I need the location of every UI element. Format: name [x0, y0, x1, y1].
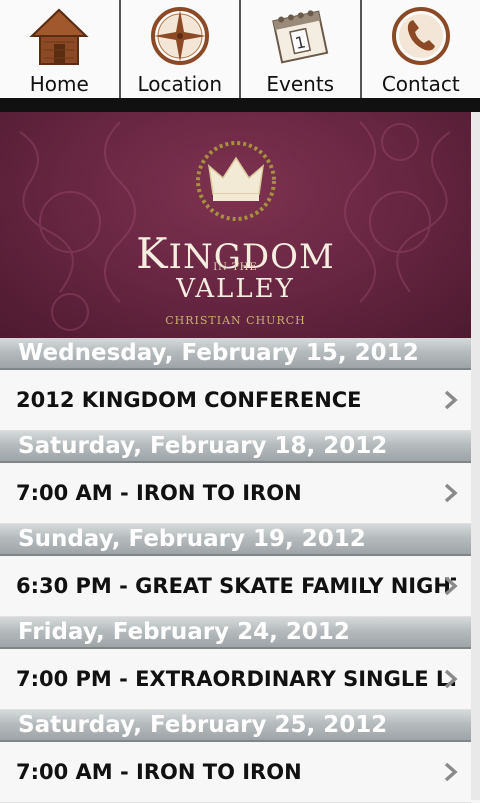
event-row[interactable]: 7:00 PM - EXTRAORDINARY SINGLE L..	[0, 649, 471, 710]
nav-events[interactable]: 1 Events	[241, 0, 362, 98]
chevron-right-icon	[443, 575, 459, 597]
events-list: Wednesday, February 15, 2012 2012 KINGDO…	[0, 338, 471, 803]
logo-subtitle-text: CHRISTIAN CHURCH	[0, 314, 471, 327]
nav-label-events: Events	[241, 72, 360, 96]
chevron-right-icon	[443, 482, 459, 504]
nav-label-location: Location	[121, 72, 240, 96]
nav-divider	[0, 98, 480, 112]
event-title: 6:30 PM - GREAT SKATE FAMILY NIGHT	[16, 556, 456, 616]
nav-contact[interactable]: Contact	[362, 0, 480, 98]
chevron-right-icon	[443, 389, 459, 411]
calendar-icon: 1	[268, 4, 332, 68]
date-header: Saturday, February 25, 2012	[0, 710, 471, 742]
event-title: 7:00 AM - IRON TO IRON	[16, 463, 302, 523]
logo-valley-text: VALLEY	[0, 274, 471, 304]
nav-label-contact: Contact	[362, 72, 480, 96]
phone-icon	[389, 4, 453, 68]
top-nav-bar: Home Location 1	[0, 0, 480, 98]
event-row[interactable]: 7:00 AM - IRON TO IRON	[0, 742, 471, 803]
event-row[interactable]: 6:30 PM - GREAT SKATE FAMILY NIGHT	[0, 556, 471, 617]
event-title: 2012 KINGDOM CONFERENCE	[16, 370, 362, 430]
crown-logo-icon	[193, 138, 279, 224]
date-header: Wednesday, February 15, 2012	[0, 338, 471, 370]
compass-icon	[148, 4, 212, 68]
event-title: 7:00 AM - IRON TO IRON	[16, 742, 302, 802]
nav-label-home: Home	[0, 72, 119, 96]
event-title: 7:00 PM - EXTRAORDINARY SINGLE L..	[16, 649, 456, 709]
church-banner: KINGDOM IN THE VALLEY CHRISTIAN CHURCH	[0, 112, 471, 338]
chevron-right-icon	[443, 668, 459, 690]
logo-in-the-text: IN THE	[0, 262, 471, 273]
chevron-right-icon	[443, 761, 459, 783]
nav-location[interactable]: Location	[121, 0, 242, 98]
date-header: Sunday, February 19, 2012	[0, 524, 471, 556]
scrollbar[interactable]	[471, 112, 480, 800]
event-row[interactable]: 2012 KINGDOM CONFERENCE	[0, 370, 471, 431]
date-header: Friday, February 24, 2012	[0, 617, 471, 649]
date-header: Saturday, February 18, 2012	[0, 431, 471, 463]
event-row[interactable]: 7:00 AM - IRON TO IRON	[0, 463, 471, 524]
nav-home[interactable]: Home	[0, 0, 121, 98]
house-icon	[27, 4, 91, 68]
